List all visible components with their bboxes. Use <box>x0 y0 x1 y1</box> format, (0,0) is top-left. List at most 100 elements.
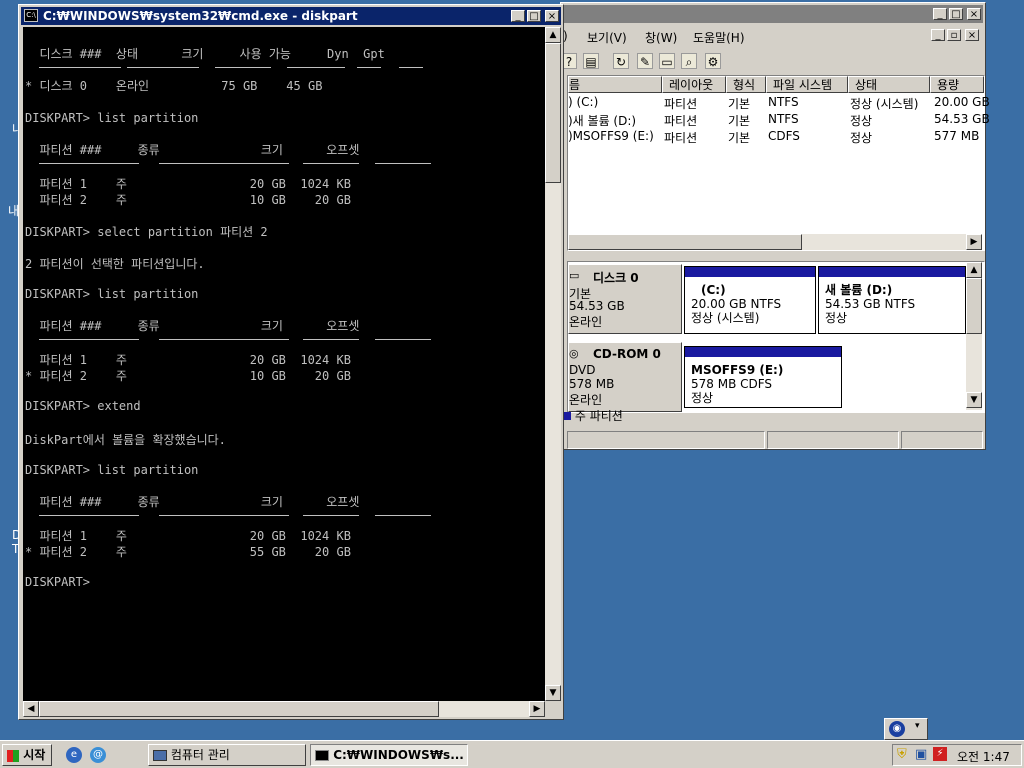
console-divider <box>127 67 199 68</box>
cdrom-0-label[interactable]: ◎ CD-ROM 0 DVD 578 MB 온라인 <box>568 342 682 412</box>
partition-d[interactable]: 새 볼륨 (D:) 54.53 GB NTFS 정상 <box>818 266 966 334</box>
taskbar-item-computer-management[interactable]: 컴퓨터 관리 <box>148 744 306 766</box>
close-button[interactable]: × <box>967 8 981 20</box>
partition-name: (C:) <box>701 283 726 297</box>
mdi-restore-button[interactable]: ▫ <box>947 29 961 41</box>
disk-graphical-view[interactable]: ▭ 디스크 0 기본 54.53 GB 온라인 (C:) 20.00 GB NT… <box>567 261 985 413</box>
volume-layout: 파티션 <box>664 97 698 111</box>
partition-status: 정상 <box>825 311 848 325</box>
console-output[interactable]: 디스크 ### 상태 크기 사용 가능 Dyn Gpt * 디스크 0 온라인 … <box>23 27 545 701</box>
cdrom-title: CD-ROM 0 <box>593 347 661 361</box>
disk-state: 온라인 <box>569 315 603 329</box>
partition-size: 54.53 GB NTFS <box>825 297 916 311</box>
scroll-up-button[interactable]: ▲ <box>966 262 982 278</box>
disk-map-vscrollbar[interactable]: ▲ ▼ <box>966 262 982 410</box>
column-header-capacity[interactable]: 용량 <box>930 76 984 93</box>
scroll-down-button[interactable]: ▼ <box>966 392 982 408</box>
search-icon[interactable]: ⌕ <box>681 53 697 69</box>
disk-icon: ▭ <box>569 269 580 282</box>
start-button[interactable]: 시작 <box>2 744 52 766</box>
settings-icon[interactable]: ⚙ <box>705 53 721 69</box>
column-header-layout[interactable]: 레이아웃 <box>662 76 726 93</box>
console-line: DiskPart에서 볼륨을 확장했습니다. <box>25 433 226 447</box>
volume-status: 정상 <box>850 131 873 145</box>
volume-status: 정상 <box>850 114 873 128</box>
console-tree-icon[interactable]: ▤ <box>583 53 599 69</box>
console-hscrollbar[interactable]: ◀ ▶ <box>23 701 545 717</box>
partition-e[interactable]: MSOFFS9 (E:) 578 MB CDFS 정상 <box>684 346 842 408</box>
command-prompt[interactable]: DISKPART> <box>25 575 90 589</box>
taskbar-item-cmd[interactable]: C:₩WINDOWS₩s... <box>310 744 468 766</box>
partition-name: 새 볼륨 (D:) <box>825 283 893 297</box>
taskbar-item-label: C:₩WINDOWS₩s... <box>333 748 464 762</box>
computer-icon <box>153 750 167 761</box>
legend: 주 파티션 <box>563 407 623 424</box>
ie-icon[interactable]: e <box>66 747 82 763</box>
scroll-thumb[interactable] <box>966 278 982 334</box>
column-header-filesystem[interactable]: 파일 시스템 <box>766 76 848 93</box>
outlook-icon[interactable]: @ <box>90 747 106 763</box>
column-header-type[interactable]: 형식 <box>726 76 766 93</box>
language-bar[interactable]: ◉ ▾ <box>884 718 928 740</box>
console-divider <box>159 163 289 164</box>
clock[interactable]: 오전 1:47 <box>957 748 1010 765</box>
console-divider <box>357 67 381 68</box>
refresh-icon[interactable]: ↻ <box>613 53 629 69</box>
system-tray: ⛨ ▣ ⚡ 오전 1:47 <box>892 744 1022 766</box>
disk-size: 54.53 GB <box>569 299 625 313</box>
mdi-close-button[interactable]: × <box>965 29 979 41</box>
volume-list-hscrollbar[interactable]: ▶ <box>568 234 982 250</box>
minimize-button[interactable]: _ <box>933 8 947 20</box>
menu-item-help[interactable]: 도움말(H) <box>693 29 745 46</box>
scroll-right-button[interactable]: ▶ <box>529 701 545 717</box>
column-header-status[interactable]: 상태 <box>848 76 930 93</box>
scroll-down-button[interactable]: ▼ <box>545 685 561 701</box>
scroll-right-button[interactable]: ▶ <box>966 234 982 250</box>
menu-item-window[interactable]: 창(W) <box>645 29 677 46</box>
volume-size: 54.53 GB <box>934 112 990 126</box>
console-divider <box>399 67 423 68</box>
maximize-button[interactable]: □ <box>949 8 963 20</box>
volume-type: 기본 <box>728 131 751 145</box>
partition-status: 정상 (시스템) <box>691 311 760 325</box>
open-folder-icon[interactable]: ▭ <box>659 53 675 69</box>
console-line: DISKPART> list partition <box>25 111 199 125</box>
security-shield-icon[interactable]: ⛨ <box>897 747 907 762</box>
volume-status: 정상 (시스템) <box>850 97 919 111</box>
scroll-thumb[interactable] <box>568 234 802 250</box>
options-icon[interactable]: ▾ <box>915 721 920 731</box>
scroll-left-button[interactable]: ◀ <box>23 701 39 717</box>
cmd-icon <box>315 750 329 761</box>
close-button[interactable]: × <box>545 10 559 22</box>
partition-size: 578 MB CDFS <box>691 377 773 391</box>
scroll-thumb[interactable] <box>545 43 561 183</box>
window-title: C:₩WINDOWS₩system32₩cmd.exe - diskpart <box>43 9 358 23</box>
cmd-window[interactable]: C:\ C:₩WINDOWS₩system32₩cmd.exe - diskpa… <box>18 4 564 720</box>
maximize-button[interactable]: □ <box>527 10 541 22</box>
console-line: * 디스크 0 온라인 75 GB 45 GB <box>25 79 323 93</box>
properties-icon[interactable]: ✎ <box>637 53 653 69</box>
volume-type: 기본 <box>728 114 751 128</box>
console-vscrollbar[interactable]: ▲ ▼ <box>545 27 561 701</box>
scroll-up-button[interactable]: ▲ <box>545 27 561 43</box>
console-line: 파티션 ### 종류 크기 오프셋 <box>25 143 360 157</box>
safely-remove-icon[interactable]: ⚡ <box>933 747 947 761</box>
status-pane <box>567 431 765 449</box>
volume-name: )새 볼륨 (D:) <box>568 114 637 128</box>
volume-layout: 파티션 <box>664 131 698 145</box>
volume-list[interactable]: 름 레이아웃 형식 파일 시스템 상태 용량 ) (C:) 파티션 기본 NTF… <box>567 75 990 251</box>
menu-item-view[interactable]: 보기(V) <box>587 29 627 46</box>
computer-management-window[interactable]: _ □ × ) 보기(V) 창(W) 도움말(H) _ ▫ × ? ▤ ↻ ✎ … <box>560 2 990 450</box>
mdi-minimize-button[interactable]: _ <box>931 29 945 41</box>
network-icon[interactable]: ▣ <box>915 747 927 762</box>
cmd-title-bar[interactable]: C:\ C:₩WINDOWS₩system32₩cmd.exe - diskpa… <box>21 7 561 25</box>
scroll-thumb[interactable] <box>39 701 439 717</box>
partition-c[interactable]: (C:) 20.00 GB NTFS 정상 (시스템) <box>684 266 816 334</box>
mgmt-title-bar[interactable]: _ □ × <box>563 5 983 23</box>
taskbar-item-label: 컴퓨터 관리 <box>170 748 230 762</box>
minimize-button[interactable]: _ <box>511 10 525 22</box>
disk-0-label[interactable]: ▭ 디스크 0 기본 54.53 GB 온라인 <box>568 264 682 334</box>
console-line: 파티션 1 주 20 GB 1024 KB <box>25 353 351 367</box>
language-icon[interactable]: ◉ <box>889 721 905 737</box>
column-header-name[interactable]: 름 <box>568 76 662 93</box>
